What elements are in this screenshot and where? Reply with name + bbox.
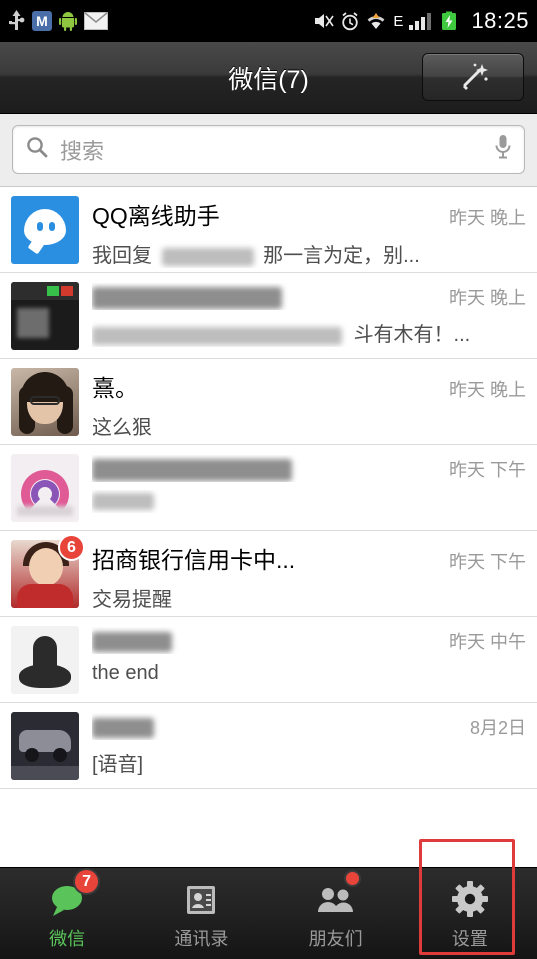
list-item-body: 昨天 下午 — [92, 454, 526, 513]
mute-icon — [313, 12, 335, 30]
tab-label: 微信 — [49, 929, 86, 949]
chat-time: 昨天 下午 — [448, 552, 526, 572]
chat-preview-prefix: the end — [92, 662, 159, 684]
search-area: 搜索 — [0, 114, 537, 187]
chat-name — [92, 713, 462, 740]
tab-label: 朋友们 — [308, 929, 363, 949]
chat-preview-suffix: 那一言为定，别... — [263, 245, 420, 267]
status-bar-clock: 18:25 — [471, 8, 529, 33]
search-placeholder: 搜索 — [60, 138, 105, 164]
tab-label: 通讯录 — [174, 929, 229, 949]
gear-icon — [448, 880, 492, 920]
list-item-body: 昨天 中午 the end — [92, 626, 526, 685]
chat-time: 昨天 晚上 — [448, 288, 526, 308]
unread-badge: 6 — [58, 534, 85, 561]
battery-icon — [439, 11, 459, 31]
list-item-body: 熹。 昨天 晚上 这么狠 — [92, 368, 526, 440]
list-item[interactable]: 8月2日 嗯嗯 去吧，在上班呢 — [0, 789, 537, 794]
m-app-icon: M — [32, 11, 52, 31]
voice-icon[interactable] — [494, 134, 512, 165]
compose-button[interactable] — [422, 53, 524, 101]
avatar — [11, 196, 79, 264]
list-item[interactable]: 昨天 下午 — [0, 445, 537, 531]
list-item-body: 8月2日 [语音] — [92, 712, 526, 777]
status-bar-left-icons: M — [8, 10, 313, 32]
search-input[interactable]: 搜索 — [12, 125, 525, 174]
mail-icon — [83, 11, 109, 30]
page-title: 微信(7) — [228, 65, 309, 94]
tab-notification-dot — [343, 870, 361, 887]
chat-preview-prefix: 我回复 — [92, 245, 152, 267]
usb-icon — [8, 10, 25, 32]
avatar — [11, 626, 79, 694]
redacted-text — [92, 493, 154, 511]
phone-screen: M E 18:25 微信(7) 搜索 QQ离线助手 昨天 晚上 我回复 那一言为… — [0, 0, 537, 959]
alarm-icon — [341, 11, 359, 31]
tab-contacts[interactable]: 通讯录 — [134, 868, 268, 959]
magic-wand-icon — [456, 60, 490, 94]
tab-label: 设置 — [451, 929, 488, 949]
redacted-text — [92, 326, 342, 345]
wifi-icon — [365, 12, 387, 30]
chat-name — [92, 627, 441, 654]
list-item-body: QQ离线助手 昨天 晚上 我回复 那一言为定，别... — [92, 196, 526, 268]
avatar — [11, 712, 79, 780]
redacted-text — [161, 247, 254, 266]
status-bar-right-icons: E 18:25 — [313, 8, 529, 34]
tab-friends[interactable]: 朋友们 — [269, 868, 403, 959]
list-item[interactable]: 熹。 昨天 晚上 这么狠 — [0, 359, 537, 445]
chat-preview — [92, 490, 526, 513]
tab-weixin[interactable]: 7 微信 — [0, 868, 134, 959]
signal-icon — [409, 12, 433, 30]
chat-preview-prefix: [语音] — [92, 754, 144, 776]
chat-preview-suffix: 斗有木有！... — [353, 324, 471, 346]
chat-preview: 我回复 那一言为定，别... — [92, 239, 526, 268]
avatar — [11, 282, 79, 350]
chat-preview: the end — [92, 662, 526, 685]
network-type-label: E — [393, 12, 404, 30]
chat-time: 昨天 中午 — [448, 632, 526, 652]
list-item[interactable]: QQ离线助手 昨天 晚上 我回复 那一言为定，别... — [0, 187, 537, 273]
chat-name: 熹。 — [92, 375, 138, 401]
chat-time: 昨天 晚上 — [448, 208, 526, 228]
chat-preview-prefix: 这么狠 — [92, 417, 152, 439]
chat-list[interactable]: QQ离线助手 昨天 晚上 我回复 那一言为定，别... 昨天 晚上 斗有木有！.… — [0, 187, 537, 794]
list-item[interactable]: 昨天 中午 the end — [0, 617, 537, 703]
list-item[interactable]: 8月2日 [语音] — [0, 703, 537, 789]
chat-time: 8月2日 — [469, 718, 526, 738]
chat-name — [92, 455, 441, 482]
chat-preview: 斗有木有！... — [92, 318, 526, 347]
chat-name — [92, 283, 441, 310]
chat-preview-prefix: 交易提醒 — [92, 589, 172, 611]
list-item-body: 招商银行信用卡中... 昨天 下午 交易提醒 — [92, 540, 526, 612]
tab-unread-badge: 7 — [73, 868, 101, 895]
chat-time: 昨天 下午 — [448, 460, 526, 480]
chat-preview: 这么狠 — [92, 411, 526, 440]
tab-bar: 7 微信 通讯录 朋友们 设置 — [0, 839, 537, 959]
chat-name: 招商银行信用卡中... — [92, 547, 296, 573]
avatar — [11, 454, 79, 522]
chat-preview: 交易提醒 — [92, 583, 526, 612]
list-item-body: 昨天 晚上 斗有木有！... — [92, 282, 526, 347]
status-bar: M E 18:25 — [0, 0, 537, 42]
title-bar: 微信(7) — [0, 42, 537, 114]
list-item[interactable]: 昨天 晚上 斗有木有！... — [0, 273, 537, 359]
avatar — [11, 368, 79, 436]
chat-preview: [语音] — [92, 748, 526, 777]
chat-name: QQ离线助手 — [92, 203, 220, 229]
android-icon — [59, 11, 77, 31]
contacts-icon — [179, 880, 223, 920]
search-icon — [25, 135, 49, 164]
tab-settings[interactable]: 设置 — [403, 868, 537, 959]
list-item[interactable]: 6 招商银行信用卡中... 昨天 下午 交易提醒 — [0, 531, 537, 617]
chat-time: 昨天 晚上 — [448, 380, 526, 400]
